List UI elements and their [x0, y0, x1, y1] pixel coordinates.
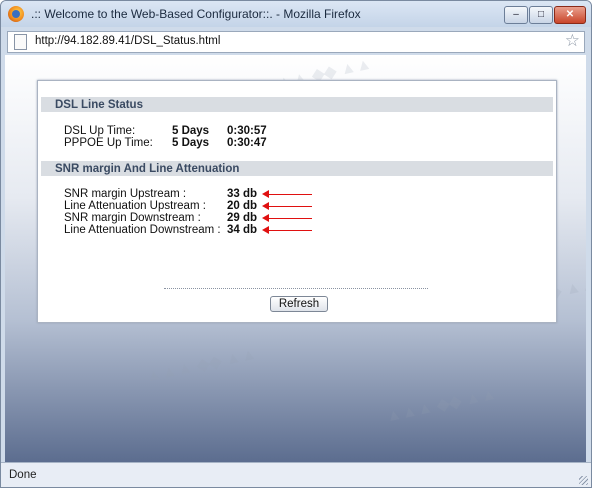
- window-title: .:: Welcome to the Web-Based Configurato…: [31, 7, 361, 21]
- row-label: DSL Up Time:: [64, 125, 136, 137]
- row-value: 34 db: [227, 224, 258, 236]
- row-label: SNR margin Upstream :: [64, 188, 187, 200]
- dsl-line-status-header: DSL Line Status: [41, 97, 553, 112]
- row-value: 20 db: [227, 200, 258, 212]
- red-arrow-icon: [262, 190, 312, 198]
- address-bar[interactable]: http://94.182.89.41/DSL_Status.html ☆: [7, 31, 585, 53]
- row-value: 33 db: [227, 188, 258, 200]
- row-label: SNR margin Downstream :: [64, 212, 201, 224]
- title-bar[interactable]: .:: Welcome to the Web-Based Configurato…: [1, 1, 591, 27]
- row-days: 5 Days: [172, 137, 210, 149]
- firefox-icon: [8, 6, 24, 22]
- section-title: SNR margin And Line Attenuation: [55, 163, 240, 175]
- row-time: 0:30:47: [227, 137, 267, 149]
- red-arrow-icon: [262, 202, 312, 210]
- snr-section-header: SNR margin And Line Attenuation: [41, 161, 553, 176]
- browser-window: .:: Welcome to the Web-Based Configurato…: [0, 0, 592, 488]
- row-label: Line Attenuation Upstream :: [64, 200, 206, 212]
- red-arrow-icon: [262, 226, 312, 234]
- row-value: 29 db: [227, 212, 258, 224]
- status-panel: DSL Line Status DSL Up Time: 5 Days 0:30…: [37, 80, 557, 323]
- minimize-button[interactable]: –: [504, 6, 528, 24]
- watermark-logo: ▲▲▲ ◆◆ ▲▲: [144, 345, 259, 386]
- maximize-button[interactable]: □: [529, 6, 553, 24]
- status-bar: Done: [1, 462, 591, 487]
- resize-grip-icon[interactable]: [579, 476, 588, 485]
- divider: [164, 288, 428, 289]
- row-label: PPPOE Up Time:: [64, 137, 153, 149]
- status-text: Done: [9, 469, 37, 481]
- row-time: 0:30:57: [227, 125, 267, 137]
- red-arrow-icon: [262, 214, 312, 222]
- url-text[interactable]: http://94.182.89.41/DSL_Status.html: [35, 35, 220, 47]
- bookmark-star-icon[interactable]: ☆: [565, 31, 580, 51]
- watermark-logo: ▲▲▲ ◆◆ ▲▲: [384, 385, 499, 426]
- refresh-button[interactable]: Refresh: [270, 296, 328, 312]
- page-icon: [14, 34, 27, 50]
- section-title: DSL Line Status: [55, 99, 143, 111]
- close-button[interactable]: ✕: [554, 6, 586, 24]
- page-content: ▲▲▲ ◆◆ ▲▲ ▲▲▲ ◆◆ ▲▲ ▲▲▲ ◆◆ ▲▲ ▲▲▲ ◆◆ ▲▲ …: [5, 55, 586, 462]
- row-label: Line Attenuation Downstream :: [64, 224, 221, 236]
- row-days: 5 Days: [172, 125, 210, 137]
